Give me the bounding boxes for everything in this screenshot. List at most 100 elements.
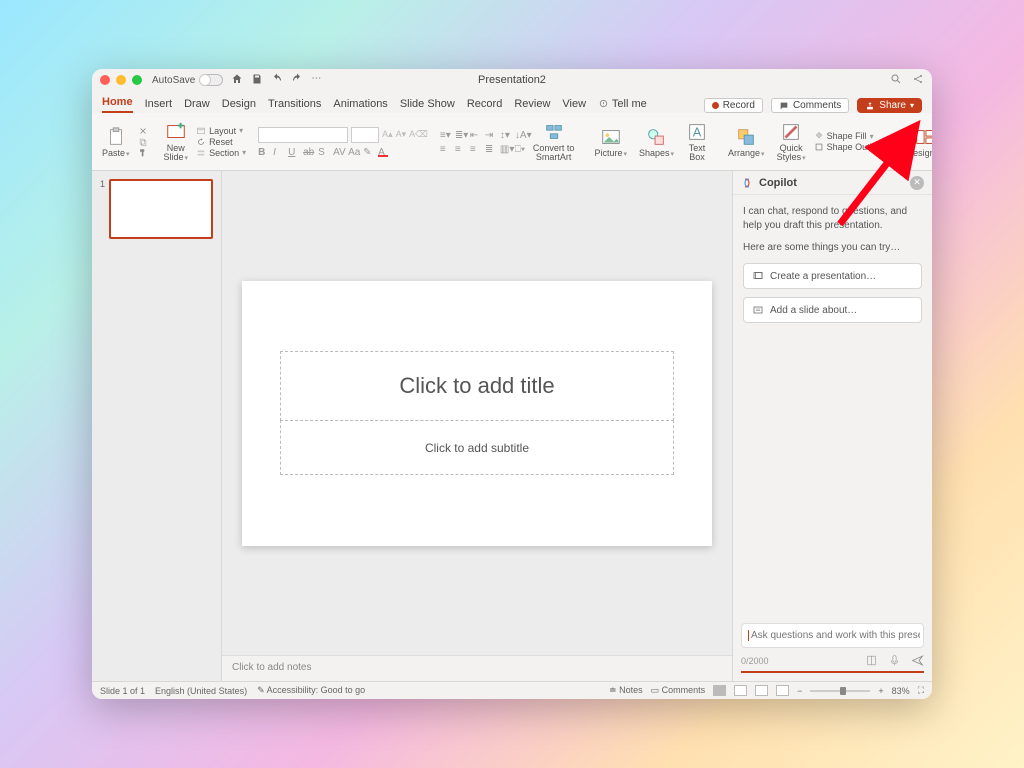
share-button[interactable]: Share▾ xyxy=(857,98,922,113)
text-box-button[interactable]: A Text Box xyxy=(682,116,712,167)
tab-draw[interactable]: Draw xyxy=(184,95,210,113)
status-notes-button[interactable]: ≐ Notes xyxy=(609,685,643,696)
shape-fill-button[interactable]: Shape Fill▾ xyxy=(814,131,891,141)
format-painter-icon[interactable] xyxy=(138,148,148,158)
subsuper-icon[interactable]: AV xyxy=(333,147,343,157)
tab-view[interactable]: View xyxy=(562,95,586,113)
quick-styles-button[interactable]: Quick Styles xyxy=(773,116,810,167)
section-button[interactable]: Section▾ xyxy=(196,148,246,158)
columns-icon[interactable]: ▥▾ xyxy=(500,144,510,154)
shapes-button[interactable]: Shapes xyxy=(635,116,678,167)
canvas-area[interactable]: Click to add title Click to add subtitle xyxy=(222,171,732,655)
paste-button[interactable]: Paste xyxy=(98,116,134,167)
comments-button[interactable]: Comments xyxy=(771,98,849,113)
font-family-select[interactable] xyxy=(258,127,348,143)
convert-smartart-button[interactable]: Convert to SmartArt xyxy=(529,116,579,167)
suggestion-add-slide[interactable]: Add a slide about… xyxy=(743,297,922,323)
align-right-icon[interactable]: ≡ xyxy=(470,144,480,154)
bullets-icon[interactable]: ≡▾ xyxy=(440,130,450,140)
zoom-out-button[interactable]: − xyxy=(797,686,802,696)
copilot-pane-title: Copilot xyxy=(759,177,904,189)
tab-slideshow[interactable]: Slide Show xyxy=(400,95,455,113)
change-case-icon[interactable]: Aa xyxy=(348,147,358,157)
more-qat-icon[interactable]: ⋯ xyxy=(311,73,323,85)
justify-icon[interactable]: ≣ xyxy=(485,144,495,154)
tab-transitions[interactable]: Transitions xyxy=(268,95,321,113)
font-color-icon[interactable]: A xyxy=(378,147,388,157)
share-icon[interactable] xyxy=(912,73,924,88)
picture-button[interactable]: Picture xyxy=(590,116,631,167)
copilot-pane: Copilot ✕ I can chat, respond to questio… xyxy=(732,171,932,681)
minimize-window-button[interactable] xyxy=(116,75,126,85)
copilot-input-box[interactable] xyxy=(741,623,924,648)
strike-icon[interactable]: ab xyxy=(303,147,313,157)
shape-outline-button[interactable]: Shape Outline▾ xyxy=(814,142,891,152)
text-direction-icon[interactable]: ↓A▾ xyxy=(515,130,525,140)
main-area: 1 Click to add title Click to add subtit… xyxy=(92,171,932,681)
undo-icon[interactable] xyxy=(271,73,283,88)
tab-review[interactable]: Review xyxy=(514,95,550,113)
fit-to-window-button[interactable]: ⛶ xyxy=(918,685,924,696)
tab-insert[interactable]: Insert xyxy=(145,95,173,113)
zoom-in-button[interactable]: + xyxy=(878,686,883,696)
title-placeholder[interactable]: Click to add title xyxy=(280,351,675,421)
tab-record[interactable]: Record xyxy=(467,95,502,113)
reset-button[interactable]: Reset xyxy=(196,137,246,147)
line-spacing-icon[interactable]: ↕▾ xyxy=(500,130,510,140)
indent-inc-icon[interactable]: ⇥ xyxy=(485,130,495,140)
suggestion-create-presentation[interactable]: Create a presentation… xyxy=(743,263,922,289)
align-left-icon[interactable]: ≡ xyxy=(440,144,450,154)
notes-pane[interactable]: Click to add notes xyxy=(222,655,732,681)
slideshow-view-button[interactable] xyxy=(776,685,789,696)
send-icon[interactable] xyxy=(911,654,924,667)
tab-animations[interactable]: Animations xyxy=(333,95,387,113)
close-pane-button[interactable]: ✕ xyxy=(910,176,924,190)
zoom-percent[interactable]: 83% xyxy=(892,686,910,696)
autosave-control[interactable]: AutoSave xyxy=(152,74,223,86)
maximize-window-button[interactable] xyxy=(132,75,142,85)
clear-format-icon[interactable]: A⌫ xyxy=(409,129,428,140)
zoom-slider[interactable] xyxy=(810,690,870,692)
numbering-icon[interactable]: ≣▾ xyxy=(455,130,465,140)
font-size-select[interactable] xyxy=(351,127,379,143)
home-icon[interactable] xyxy=(231,73,243,88)
cut-icon[interactable] xyxy=(138,126,148,136)
new-slide-button[interactable]: New Slide xyxy=(160,116,193,167)
redo-icon[interactable] xyxy=(291,73,303,88)
autosave-toggle[interactable] xyxy=(199,74,223,86)
tab-design[interactable]: Design xyxy=(222,95,256,113)
record-button[interactable]: Record xyxy=(704,98,763,113)
sorter-view-button[interactable] xyxy=(734,685,747,696)
book-icon[interactable] xyxy=(865,654,878,667)
slide-canvas[interactable]: Click to add title Click to add subtitle xyxy=(242,281,712,546)
copy-icon[interactable] xyxy=(138,137,148,147)
slide-thumbnail-1[interactable] xyxy=(109,179,213,239)
indent-dec-icon[interactable]: ⇤ xyxy=(470,130,480,140)
italic-icon[interactable]: I xyxy=(273,147,283,157)
save-icon[interactable] xyxy=(251,73,263,88)
status-language[interactable]: English (United States) xyxy=(155,686,247,696)
arrange-button[interactable]: Arrange xyxy=(724,116,769,167)
increase-font-icon[interactable]: A▴ xyxy=(382,129,393,140)
mic-icon[interactable] xyxy=(888,654,901,667)
decrease-font-icon[interactable]: A▾ xyxy=(396,129,407,140)
underline-icon[interactable]: U xyxy=(288,147,298,157)
normal-view-button[interactable] xyxy=(713,685,726,696)
reading-view-button[interactable] xyxy=(755,685,768,696)
shadow-icon[interactable]: S xyxy=(318,147,328,157)
highlight-icon[interactable]: ✎ xyxy=(363,147,373,157)
align-center-icon[interactable]: ≡ xyxy=(455,144,465,154)
close-window-button[interactable] xyxy=(100,75,110,85)
ribbon: Paste New Slide Layout▾ Reset Section▾ A… xyxy=(92,113,932,171)
subtitle-placeholder[interactable]: Click to add subtitle xyxy=(280,420,675,475)
copilot-input[interactable] xyxy=(751,630,920,641)
layout-button[interactable]: Layout▾ xyxy=(196,126,246,136)
bold-icon[interactable]: B xyxy=(258,147,268,157)
tab-home[interactable]: Home xyxy=(102,93,133,113)
align-text-icon[interactable]: ⎕▾ xyxy=(515,144,525,154)
designer-button[interactable]: Designer xyxy=(903,116,932,167)
status-accessibility[interactable]: ✎ Accessibility: Good to go xyxy=(257,685,365,696)
tell-me-search[interactable]: Tell me xyxy=(598,95,647,113)
search-icon[interactable] xyxy=(890,73,902,88)
status-comments-button[interactable]: ▭ Comments xyxy=(651,685,706,696)
